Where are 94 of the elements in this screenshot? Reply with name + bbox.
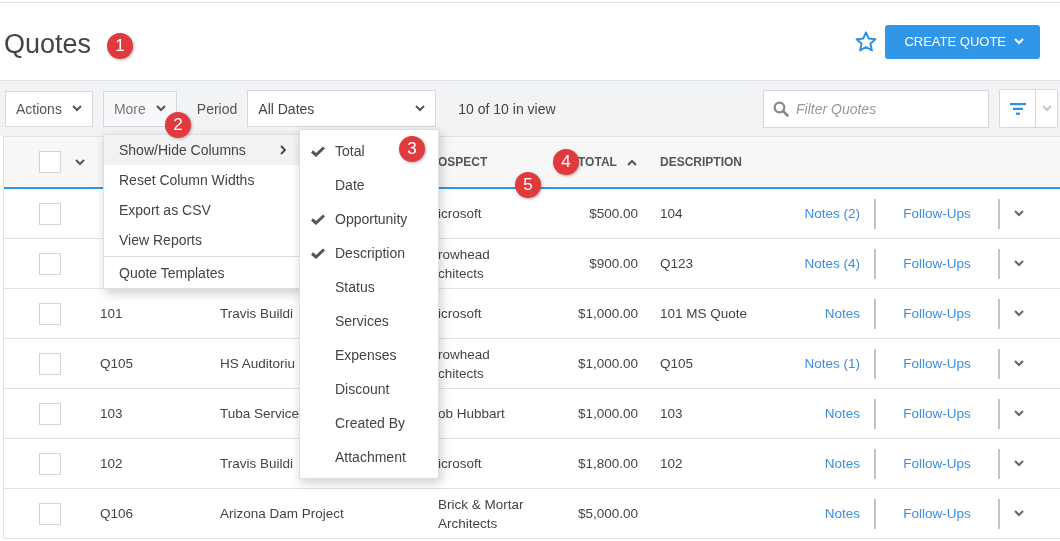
step-number-badge: 1 [107, 33, 133, 59]
row-checkbox[interactable] [39, 402, 61, 425]
follow-ups-link[interactable]: Follow-Ups [903, 306, 971, 321]
table-cell: 104 [660, 206, 683, 221]
table-cell-text: icrosoft [438, 455, 482, 473]
filter-icon [1009, 102, 1026, 115]
menu-item[interactable]: Attachment [300, 440, 406, 474]
caret-icon [415, 105, 426, 112]
caret-icon [1014, 310, 1024, 317]
table-cell: Travis Buildi [220, 456, 294, 471]
menu-item[interactable]: Expenses [300, 338, 397, 372]
table-cell: Travis Buildi [220, 306, 294, 321]
period-dropdown[interactable]: All Dates [247, 90, 437, 127]
table-cell-text: icrosoft [438, 305, 482, 323]
caret-icon [75, 158, 85, 166]
menu-item[interactable]: Show/Hide Columns [104, 135, 300, 165]
follow-ups-link[interactable]: Follow-Ups [903, 406, 971, 421]
notes-link[interactable]: Notes (2) [804, 206, 860, 221]
row-checkbox[interactable] [39, 452, 61, 475]
table-cell: $500.00 [589, 206, 638, 221]
menu-item[interactable]: Services [300, 304, 389, 338]
follow-ups-link[interactable]: Follow-Ups [903, 506, 971, 521]
caret-icon [155, 105, 166, 112]
menu-item[interactable]: Date [300, 168, 365, 202]
menu-item[interactable]: Quote Templates [104, 258, 300, 288]
menu-item[interactable]: View Reports [104, 225, 300, 255]
filter-button[interactable] [1000, 90, 1036, 127]
favorite-star-button[interactable] [854, 29, 879, 54]
filter-search-field[interactable]: Filter Quotes [763, 89, 989, 128]
caret-icon [1014, 38, 1024, 45]
follow-ups-link[interactable]: Follow-Ups [903, 356, 971, 371]
table-cell: 102 [660, 456, 683, 471]
table-cell: HS Auditoriu [220, 356, 296, 371]
table-cell: $1,000.00 [577, 356, 638, 371]
table-cell-text: rowhead chitects [438, 245, 490, 283]
menu-item[interactable]: Total [300, 134, 365, 168]
caret-icon [71, 105, 82, 112]
table-cell: Q105 [100, 356, 134, 371]
table-cell: 103 [100, 406, 123, 421]
table-cell: Arizona Dam Project [220, 506, 344, 521]
caret-icon [1041, 105, 1052, 112]
table-cell: 101 [100, 306, 123, 321]
notes-link[interactable]: Notes [824, 506, 860, 521]
menu-item[interactable]: Opportunity [300, 202, 408, 236]
table-cell: Q123 [660, 256, 694, 271]
menu-item[interactable]: Description [300, 236, 406, 270]
notes-link[interactable]: Notes [824, 306, 860, 321]
table-cell-text: rowhead chitects [438, 345, 490, 383]
table-cell: Tuba Service [220, 406, 300, 421]
step-number-badge: 5 [515, 172, 541, 198]
notes-link[interactable]: Notes (1) [804, 356, 860, 371]
table-cell: $1,000.00 [577, 406, 638, 421]
search-icon [773, 100, 789, 117]
row-checkbox[interactable] [39, 352, 61, 375]
column-header[interactable]: DESCRIPTION [660, 155, 742, 169]
table-cell: $900.00 [589, 256, 638, 271]
follow-ups-link[interactable]: Follow-Ups [903, 456, 971, 471]
table-cell: $1,800.00 [577, 456, 638, 471]
period-label: Period [196, 100, 238, 117]
menu-item[interactable]: Reset Column Widths [104, 165, 300, 195]
table-cell: 102 [100, 456, 123, 471]
result-count: 10 of 10 in view [458, 100, 556, 117]
caret-icon [1014, 260, 1024, 267]
table-cell: $1,000.00 [577, 306, 638, 321]
menu-item[interactable]: Status [300, 270, 375, 304]
select-all-checkbox[interactable] [39, 151, 61, 173]
menu-item[interactable]: Created By [300, 406, 406, 440]
table-cell-text: ob Hubbart [438, 405, 505, 423]
caret-icon [1014, 460, 1024, 467]
follow-ups-link[interactable]: Follow-Ups [903, 206, 971, 221]
table-cell-text: icrosoft [438, 205, 482, 223]
notes-link[interactable]: Notes [824, 456, 860, 471]
page-title: Quotes [4, 29, 92, 60]
menu-item[interactable]: Export as CSV [104, 195, 300, 225]
row-checkbox[interactable] [39, 252, 61, 275]
notes-link[interactable]: Notes (4) [804, 256, 860, 271]
actions-button[interactable]: Actions [5, 90, 93, 127]
table-cell: Q105 [660, 356, 694, 371]
caret-icon [1014, 510, 1024, 517]
table-cell: 101 MS Quote [660, 306, 748, 321]
table-cell: Q106 [100, 506, 134, 521]
table-cell: $5,000.00 [577, 506, 638, 521]
table-cell: 103 [660, 406, 683, 421]
caret-icon [1014, 360, 1024, 367]
table-cell-text: Brick & Mortar Architects [438, 495, 524, 533]
notes-link[interactable]: Notes [824, 406, 860, 421]
row-checkbox[interactable] [39, 302, 61, 325]
caret-icon [1014, 210, 1024, 217]
column-header[interactable]: OSPECT [438, 155, 488, 169]
caret-icon [1014, 410, 1024, 417]
row-checkbox[interactable] [39, 502, 61, 525]
follow-ups-link[interactable]: Follow-Ups [903, 256, 971, 271]
row-checkbox[interactable] [39, 202, 61, 225]
menu-item[interactable]: Discount [300, 372, 390, 406]
